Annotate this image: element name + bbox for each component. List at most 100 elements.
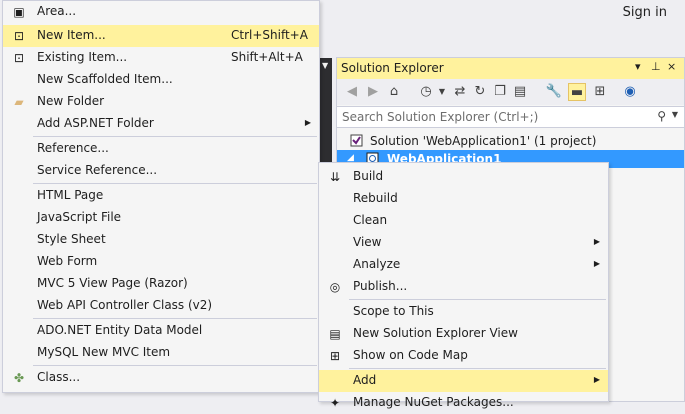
dropdown-arrow-icon[interactable]: ▼: [322, 61, 328, 70]
menu-item-clean[interactable]: Clean: [319, 210, 608, 232]
nuget-icon: ✦: [329, 396, 341, 410]
menu-separator: [33, 365, 317, 366]
submenu-arrow-icon: ▶: [593, 375, 600, 384]
menu-item-label: MVC 5 View Page (Razor): [37, 276, 188, 290]
menu-item-new-solution-explorer-view[interactable]: ▤ New Solution Explorer View: [319, 323, 608, 345]
menu-item-build[interactable]: ⇊ Build: [319, 166, 608, 188]
menu-item-web-api-controller[interactable]: Web API Controller Class (v2): [3, 295, 319, 317]
menu-separator: [349, 299, 606, 300]
new-item-icon: ⊡: [13, 29, 25, 43]
preview-selected-icon[interactable]: ▬: [568, 83, 586, 101]
menu-item-label: New Folder: [37, 94, 105, 108]
build-icon: ⇊: [329, 170, 341, 184]
home-icon[interactable]: ⌂: [385, 83, 403, 101]
menu-item-class[interactable]: ✤ Class...: [3, 367, 319, 389]
menu-item-label: JavaScript File: [37, 210, 122, 224]
class-icon: ✤: [13, 371, 25, 385]
menu-item-html-page[interactable]: HTML Page: [3, 185, 319, 207]
menu-item-shortcut: Ctrl+Shift+A: [231, 28, 308, 42]
menu-item-scope-to-this[interactable]: Scope to This: [319, 301, 608, 323]
menu-item-label: Add ASP.NET Folder: [37, 116, 154, 130]
menu-item-mysql-mvc-item[interactable]: MySQL New MVC Item: [3, 342, 319, 364]
search-icon[interactable]: ⚲: [657, 109, 666, 123]
menu-item-label: Clean: [353, 213, 388, 227]
publish-icon: ◎: [329, 280, 341, 294]
add-submenu: ▣ Area... ⊡ New Item... Ctrl+Shift+A ⊡ E…: [2, 0, 320, 393]
solution-explorer-title-bar[interactable]: Solution Explorer ▾ ⊥ ×: [337, 58, 684, 79]
menu-item-analyze[interactable]: Analyze ▶: [319, 254, 608, 276]
menu-item-label: Analyze: [353, 257, 401, 271]
properties-icon[interactable]: 🔧: [545, 83, 563, 101]
new-view-icon: ▤: [329, 327, 341, 341]
menu-item-show-on-code-map[interactable]: ⊞ Show on Code Map: [319, 345, 608, 367]
menu-separator: [349, 368, 606, 369]
menu-item-label: Service Reference...: [37, 163, 158, 177]
pending-changes-dropdown-icon[interactable]: ▼: [433, 83, 451, 101]
menu-item-manage-nuget[interactable]: ✦ Manage NuGet Packages...: [319, 392, 608, 414]
sign-in-link[interactable]: Sign in: [623, 5, 667, 20]
menu-item-existing-item[interactable]: ⊡ Existing Item... Shift+Alt+A: [3, 47, 319, 69]
menu-item-add[interactable]: Add ▶: [319, 370, 608, 392]
pin-icon[interactable]: ⊥: [651, 60, 661, 73]
solution-explorer-search[interactable]: Search Solution Explorer (Ctrl+;) ⚲ ▼: [337, 106, 684, 128]
menu-item-add-aspnet-folder[interactable]: Add ASP.NET Folder ▶: [3, 113, 319, 135]
menu-item-label: Class...: [37, 370, 81, 384]
menu-item-new-folder[interactable]: ▰ New Folder: [3, 91, 319, 113]
menu-item-javascript-file[interactable]: JavaScript File: [3, 207, 319, 229]
tree-item-solution[interactable]: Solution 'WebApplication1' (1 project): [337, 132, 684, 150]
menu-item-label: View: [353, 235, 382, 249]
menu-item-label: Show on Code Map: [353, 348, 468, 362]
menu-item-new-scaffolded-item[interactable]: New Scaffolded Item...: [3, 69, 319, 91]
menu-item-label: Build: [353, 169, 384, 183]
code-map-icon: ⊞: [329, 349, 341, 363]
menu-item-service-reference[interactable]: Service Reference...: [3, 160, 319, 182]
submenu-arrow-icon: ▶: [593, 259, 600, 268]
menu-separator: [33, 136, 317, 137]
menu-item-mvc5-view-page[interactable]: MVC 5 View Page (Razor): [3, 273, 319, 295]
menu-item-view[interactable]: View ▶: [319, 232, 608, 254]
close-icon[interactable]: ×: [667, 60, 676, 73]
menu-item-ado-entity-model[interactable]: ADO.NET Entity Data Model: [3, 320, 319, 342]
menu-item-label: Web API Controller Class (v2): [37, 298, 213, 312]
menu-item-label: New Scaffolded Item...: [37, 72, 173, 86]
panel-title: Solution Explorer: [341, 61, 444, 75]
solution-icon: [350, 134, 363, 147]
show-all-files-icon[interactable]: ▤: [511, 83, 529, 101]
solution-label: Solution 'WebApplication1' (1 project): [370, 134, 597, 148]
menu-item-shortcut: Shift+Alt+A: [231, 50, 303, 64]
browser-link-icon[interactable]: ◉: [621, 83, 639, 101]
menu-item-web-form[interactable]: Web Form: [3, 251, 319, 273]
menu-item-new-item[interactable]: ⊡ New Item... Ctrl+Shift+A: [3, 25, 319, 47]
menu-item-rebuild[interactable]: Rebuild: [319, 188, 608, 210]
menu-item-style-sheet[interactable]: Style Sheet: [3, 229, 319, 251]
class-diagram-icon[interactable]: ⊞: [591, 83, 609, 101]
project-context-menu: ⇊ Build Rebuild Clean View ▶ Analyze ▶ ◎…: [318, 162, 609, 410]
submenu-arrow-icon: ▶: [304, 118, 311, 127]
menu-separator: [33, 183, 317, 184]
collapse-all-icon[interactable]: ❐: [491, 83, 509, 101]
menu-item-label: Area...: [37, 4, 77, 18]
menu-item-label: Scope to This: [353, 304, 434, 318]
window-position-icon[interactable]: ▾: [635, 60, 641, 73]
menu-item-label: Manage NuGet Packages...: [353, 395, 514, 409]
menu-item-label: Web Form: [37, 254, 98, 268]
menu-item-publish[interactable]: ◎ Publish...: [319, 276, 608, 298]
existing-item-icon: ⊡: [13, 51, 25, 65]
menu-item-label: New Solution Explorer View: [353, 326, 518, 340]
menu-item-label: Publish...: [353, 279, 408, 293]
search-options-icon[interactable]: ▼: [672, 110, 678, 119]
sync-icon[interactable]: ⇄: [451, 83, 469, 101]
menu-item-label: MySQL New MVC Item: [37, 345, 171, 359]
menu-item-label: Existing Item...: [37, 50, 128, 64]
menu-item-label: HTML Page: [37, 188, 104, 202]
refresh-icon[interactable]: ↻: [471, 83, 489, 101]
menu-item-reference[interactable]: Reference...: [3, 138, 319, 160]
submenu-arrow-icon: ▶: [593, 237, 600, 246]
solution-explorer-toolbar: ◀ ▶ ⌂ ◷ ▼ ⇄ ↻ ❐ ▤ 🔧 ▬ ⊞ ◉: [337, 79, 684, 105]
menu-item-label: ADO.NET Entity Data Model: [37, 323, 203, 337]
forward-icon[interactable]: ▶: [364, 83, 382, 101]
menu-separator: [33, 318, 317, 319]
menu-item-area[interactable]: ▣ Area...: [3, 1, 319, 23]
back-icon[interactable]: ◀: [343, 83, 361, 101]
search-placeholder: Search Solution Explorer (Ctrl+;): [342, 110, 539, 124]
